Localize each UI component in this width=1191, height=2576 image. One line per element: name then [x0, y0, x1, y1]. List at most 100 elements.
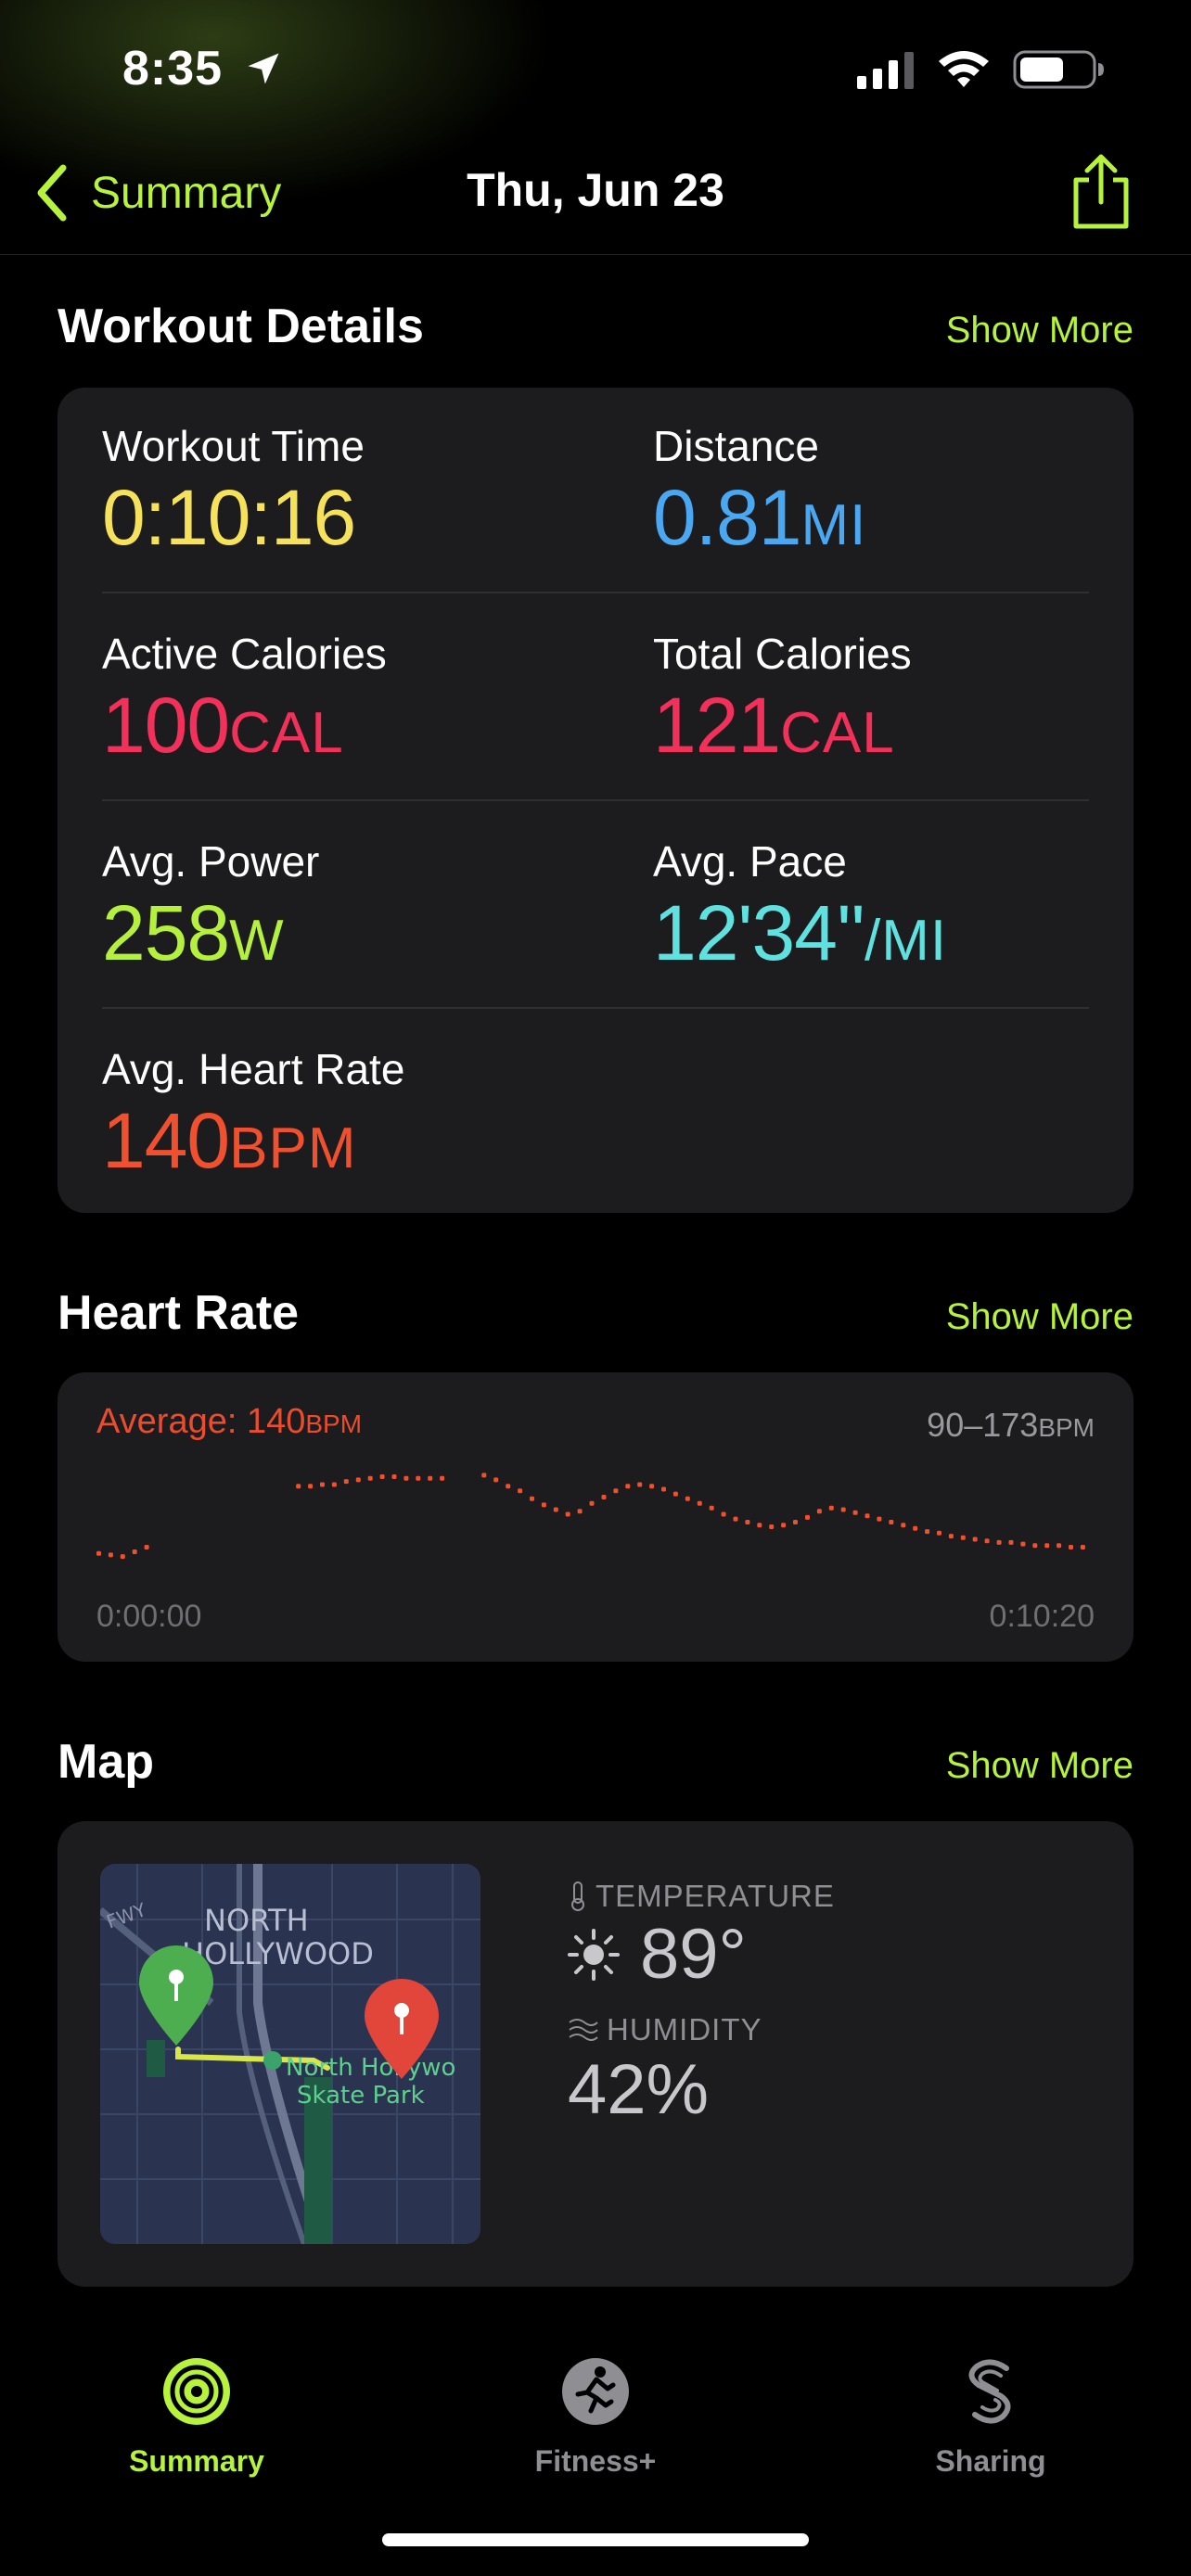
heart-rate-point: [637, 1482, 643, 1487]
heart-rate-point: [355, 1477, 361, 1483]
divider: [102, 1007, 1089, 1009]
heart-rate-point: [984, 1538, 990, 1544]
metric-label: Avg. Pace: [653, 837, 847, 886]
map-card[interactable]: FWY NORTH HOLLYWOOD North Hollywo Skate …: [58, 1821, 1133, 2287]
heart-rate-point: [733, 1516, 738, 1522]
metric-number: 0.81: [653, 474, 801, 561]
map-title: Map: [58, 1735, 154, 1789]
activity-rings-icon: [163, 2358, 230, 2425]
heart-rate-point: [320, 1482, 325, 1487]
heart-rate-point: [1080, 1545, 1085, 1549]
heart-rate-point: [565, 1511, 570, 1517]
heart-rate-point: [379, 1474, 385, 1479]
cellular-signal-icon: [857, 52, 914, 89]
tab-sharing[interactable]: Sharing: [870, 2355, 1111, 2479]
metric-number: 258: [102, 889, 230, 976]
map-area-label-north: NORTH: [204, 1903, 309, 1938]
heart-rate-point: [296, 1484, 301, 1489]
metric-distance: Distance 0.81MI: [653, 421, 1135, 563]
status-bar: 8:35: [0, 0, 1191, 139]
route-map-graphic: FWY NORTH HOLLYWOOD North Hollywo Skate …: [100, 1864, 480, 2244]
metric-active-calories: Active Calories 100CAL: [102, 629, 584, 771]
heart-rate-point: [428, 1475, 433, 1481]
metric-value: 0.81MI: [653, 473, 1135, 563]
tab-summary-label: Summary: [129, 2444, 264, 2478]
heart-rate-point: [661, 1486, 666, 1492]
tab-sharing-label: Sharing: [935, 2444, 1046, 2478]
heart-rate-point: [889, 1520, 894, 1524]
fitness-runner-icon: [562, 2358, 629, 2425]
metric-value: 258W: [102, 888, 584, 978]
heart-rate-point: [108, 1552, 113, 1558]
heart-rate-point: [403, 1475, 409, 1481]
humidity-icon: [569, 2019, 598, 2041]
heart-rate-point: [518, 1488, 523, 1494]
heart-rate-point: [877, 1516, 882, 1522]
metric-label: Active Calories: [102, 630, 387, 678]
metric-label: Workout Time: [102, 422, 365, 470]
metric-number: 140: [102, 1097, 230, 1184]
wifi-icon: [939, 51, 989, 87]
metric-value: 12'34''/MI: [653, 888, 1135, 978]
heart-rate-point: [685, 1496, 690, 1501]
workout-details-show-more-button[interactable]: Show More: [946, 310, 1133, 351]
sun-icon: [568, 1928, 620, 1981]
heart-rate-point: [1069, 1545, 1073, 1549]
heart-rate-point: [697, 1500, 702, 1506]
heart-rate-point: [709, 1505, 714, 1511]
metric-label: Total Calories: [653, 630, 912, 678]
humidity-label: HUMIDITY: [568, 2012, 762, 2047]
home-indicator[interactable]: [382, 2533, 809, 2546]
heart-rate-chart: [96, 1473, 1085, 1560]
divider: [102, 592, 1089, 593]
heart-rate-point: [721, 1511, 726, 1517]
status-time: 8:35: [122, 42, 224, 96]
metric-value: 0:10:16: [102, 473, 584, 563]
heart-rate-point: [805, 1514, 810, 1520]
heart-rate-point: [416, 1475, 421, 1481]
heart-rate-point: [1057, 1543, 1062, 1549]
metric-label: Avg. Heart Rate: [102, 1045, 405, 1093]
heart-rate-point: [1032, 1543, 1038, 1549]
route-map[interactable]: FWY NORTH HOLLYWOOD North Hollywo Skate …: [100, 1864, 480, 2244]
heart-rate-point: [1020, 1541, 1026, 1547]
heart-rate-point: [913, 1525, 918, 1531]
workout-details-title: Workout Details: [58, 300, 424, 353]
humidity-label-text: HUMIDITY: [607, 2012, 762, 2047]
map-show-more-button[interactable]: Show More: [946, 1745, 1133, 1787]
metric-number: 0:10:16: [102, 474, 356, 561]
metric-unit: W: [229, 909, 285, 973]
heart-rate-show-more-button[interactable]: Show More: [946, 1296, 1133, 1338]
temperature-value: 89°: [568, 1914, 747, 1995]
heart-rate-point: [960, 1535, 966, 1540]
heart-rate-point: [781, 1523, 787, 1528]
heart-rate-point: [996, 1539, 1002, 1545]
metric-workout-time: Workout Time 0:10:16: [102, 421, 584, 563]
heart-rate-range-value: 90–173: [927, 1406, 1039, 1444]
tab-fitness-plus[interactable]: Fitness+: [475, 2355, 716, 2479]
share-icon[interactable]: [1069, 152, 1133, 232]
location-arrow-icon: [248, 53, 279, 84]
heart-rate-point: [745, 1520, 750, 1524]
divider: [102, 799, 1089, 801]
metric-avg-heart-rate: Avg. Heart Rate 140BPM: [102, 1044, 584, 1186]
heart-rate-card[interactable]: Average: 140BPM 90–173BPM 0:00:00 0:10:2…: [58, 1372, 1133, 1662]
heart-rate-point: [96, 1550, 101, 1556]
metric-label: Distance: [653, 422, 819, 470]
metric-number: 12'34'': [653, 889, 865, 976]
heart-rate-average-value: Average: 140: [96, 1402, 306, 1441]
heart-rate-point: [367, 1475, 373, 1481]
metric-label: Avg. Power: [102, 837, 320, 886]
heart-rate-point: [828, 1505, 834, 1511]
heart-rate-point: [672, 1491, 678, 1497]
heart-rate-point: [816, 1509, 822, 1514]
metric-value: 140BPM: [102, 1096, 584, 1186]
metric-unit: /MI: [864, 909, 948, 973]
map-poi-label-2: Skate Park: [297, 2082, 425, 2110]
tab-summary[interactable]: Summary: [76, 2355, 317, 2479]
sharing-icon: [968, 2359, 1011, 2424]
heart-rate-title: Heart Rate: [58, 1286, 300, 1340]
metric-number: 100: [102, 682, 230, 769]
heart-rate-point: [1008, 1539, 1014, 1545]
heart-rate-point: [852, 1510, 858, 1515]
